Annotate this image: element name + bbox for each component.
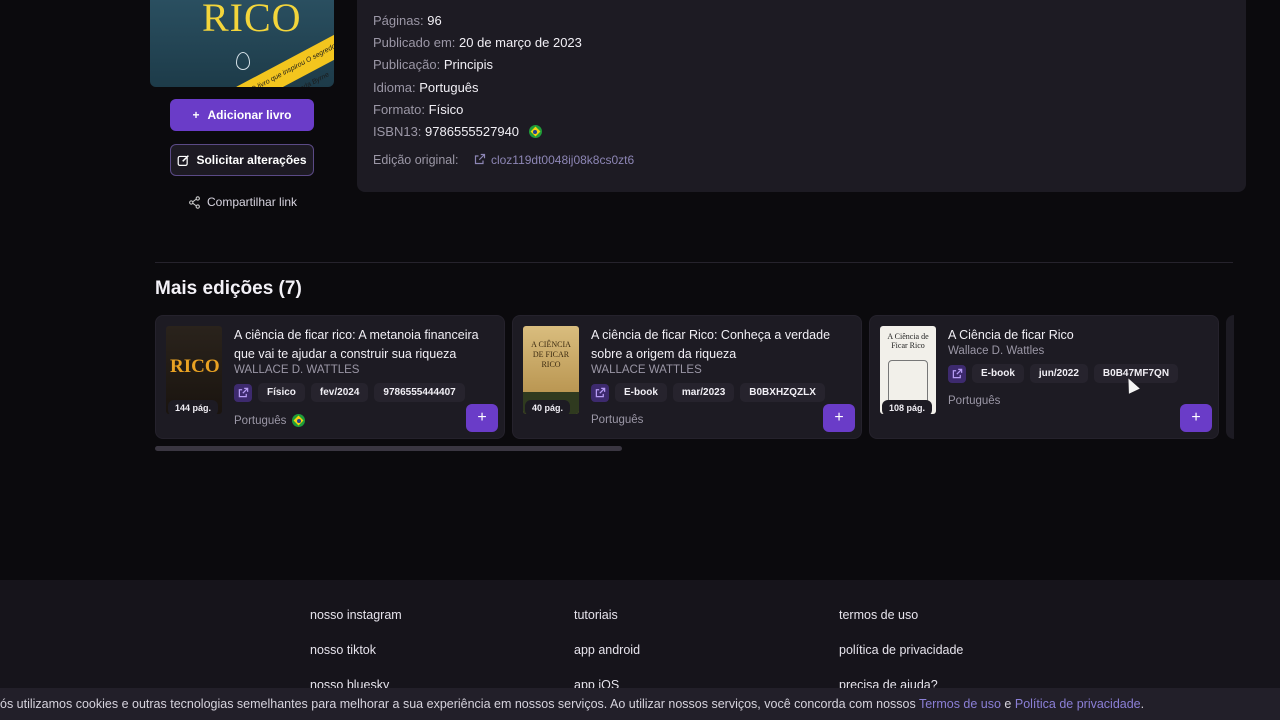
edition-title[interactable]: A Ciência de ficar Rico — [948, 326, 1208, 345]
share-label: Compartilhar link — [207, 195, 298, 209]
date-tag: jun/2022 — [1029, 364, 1088, 383]
cover-title: RICO — [202, 0, 302, 40]
detail-isbn: ISBN13: 9786555527940 — [373, 124, 542, 139]
cookie-banner: ós utilizamos cookies e outras tecnologi… — [0, 688, 1280, 720]
add-book-button[interactable]: + Adicionar livro — [170, 99, 314, 131]
detail-publisher: Publicação: Principis — [373, 57, 493, 72]
edition-card[interactable]: A CIÊNCIA DE FICAR RICO 40 pág. A ciênci… — [512, 315, 862, 439]
code-tag: B0BXHZQZLX — [740, 383, 825, 402]
request-changes-label: Solicitar alterações — [196, 153, 307, 167]
edition-card[interactable]: A Ciência de Ficar Rico 108 pág. A Ciênc… — [869, 315, 1219, 439]
plus-icon: + — [192, 108, 200, 122]
share-icon — [188, 195, 201, 209]
detail-pages: Páginas: 96 — [373, 13, 442, 28]
page-count-badge: 40 pág. — [525, 400, 571, 416]
add-edition-button[interactable]: + — [1180, 404, 1212, 432]
format-tag: E-book — [972, 364, 1024, 383]
brazil-flag-icon — [528, 125, 542, 138]
footer-link-instagram[interactable]: nosso instagram — [310, 608, 402, 622]
publisher-logo-icon — [236, 52, 250, 70]
add-book-label: Adicionar livro — [207, 108, 292, 122]
edition-meta: E-book jun/2022 B0B47MF7QN — [948, 364, 1179, 383]
edition-meta: E-book mar/2023 B0BXHZQZLX — [591, 383, 825, 402]
cookie-and: e — [1000, 697, 1015, 711]
format-tag: Físico — [258, 383, 305, 402]
cookie-terms-link[interactable]: Termos de uso — [919, 697, 1001, 711]
edition-author: Wallace D. Wattles — [948, 345, 1045, 357]
detail-original-edition: Edição original: cloz119dt0048ij08k8cs0z… — [373, 153, 635, 167]
footer-link-tiktok[interactable]: nosso tiktok — [310, 643, 376, 657]
edition-card[interactable]: RICO 144 pág. A ciência de ficar rico: A… — [155, 315, 505, 439]
edition-author: WALLACE WATTLES — [591, 364, 702, 376]
edition-title[interactable]: A ciência de ficar rico: A metanoia fina… — [234, 326, 494, 364]
external-link-icon[interactable] — [591, 383, 609, 402]
add-edition-button[interactable]: + — [466, 404, 498, 432]
external-link-icon[interactable] — [948, 364, 966, 383]
request-changes-button[interactable]: Solicitar alterações — [170, 144, 314, 176]
add-edition-button[interactable]: + — [823, 404, 855, 432]
scrollbar-thumb[interactable] — [155, 446, 622, 451]
original-edition-link[interactable]: cloz119dt0048ij08k8cs0zt6 — [474, 153, 634, 167]
footer-link-privacy[interactable]: política de privacidade — [839, 643, 963, 657]
edition-language: Português — [234, 414, 306, 427]
more-editions-title: Mais edições (7) — [155, 278, 302, 299]
share-link[interactable]: Compartilhar link — [188, 195, 297, 209]
external-link-icon — [474, 153, 486, 165]
edition-card-peek[interactable] — [1226, 315, 1234, 439]
cookie-end: . — [1140, 697, 1145, 711]
cookie-privacy-link[interactable]: Política de privacidade — [1015, 697, 1141, 711]
detail-published: Publicado em: 20 de março de 2023 — [373, 35, 582, 50]
footer-link-tutorials[interactable]: tutoriais — [574, 608, 618, 622]
edition-author: WALLACE D. WATTLES — [234, 364, 360, 376]
edition-title[interactable]: A ciência de ficar Rico: Conheça a verda… — [591, 326, 851, 364]
page-count-badge: 144 pág. — [168, 400, 219, 416]
brazil-flag-icon — [292, 414, 306, 427]
page-count-badge: 108 pág. — [882, 400, 933, 416]
book-cover: RICO O livro que inspirou O segredo, de … — [150, 0, 334, 87]
external-link-icon[interactable] — [234, 383, 252, 402]
code-tag: 9786555444407 — [374, 383, 465, 402]
detail-format: Formato: Físico — [373, 102, 464, 117]
edit-icon — [177, 154, 190, 167]
edition-meta: Físico fev/2024 9786555444407 — [234, 383, 465, 402]
book-details-panel: Páginas: 96 Publicado em: 20 de março de… — [357, 0, 1246, 192]
footer-link-terms[interactable]: termos de uso — [839, 608, 918, 622]
format-tag: E-book — [615, 383, 667, 402]
date-tag: mar/2023 — [672, 383, 735, 402]
edition-language: Português — [591, 414, 644, 426]
editions-scrollbar[interactable] — [155, 446, 1233, 452]
date-tag: fev/2024 — [310, 383, 369, 402]
detail-language: Idioma: Português — [373, 80, 479, 95]
edition-language: Português — [948, 395, 1001, 407]
footer-link-android[interactable]: app android — [574, 643, 640, 657]
cookie-text: ós utilizamos cookies e outras tecnologi… — [0, 697, 919, 711]
section-divider — [155, 262, 1233, 263]
